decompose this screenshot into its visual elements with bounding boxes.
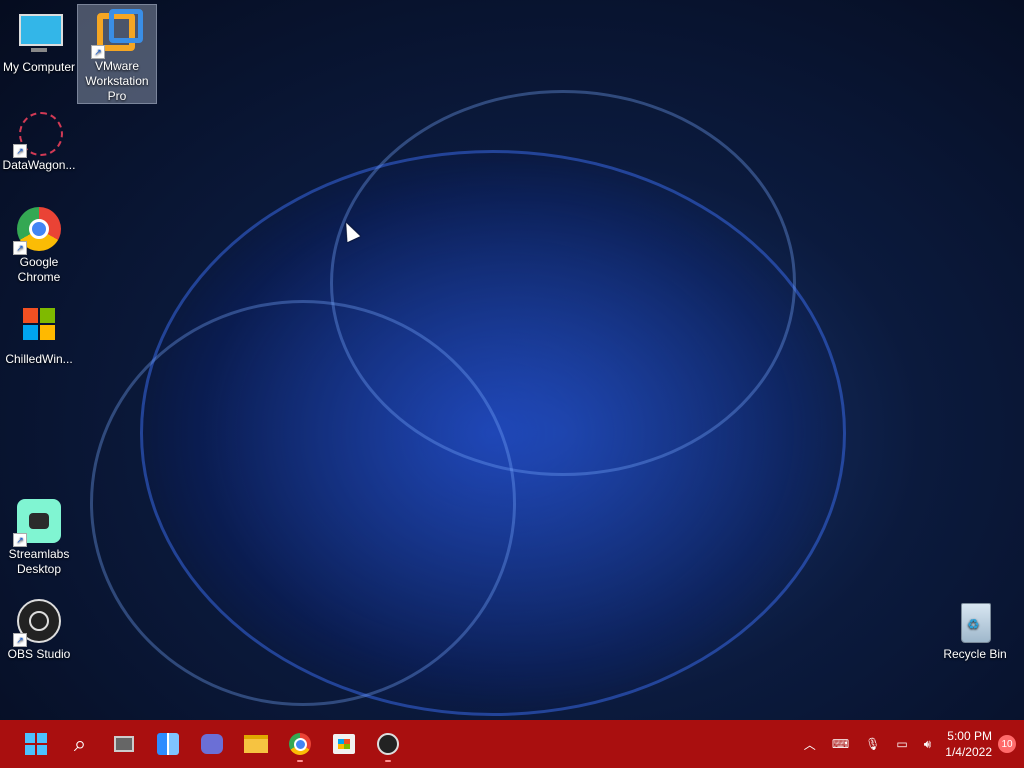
obs-icon: ↗ bbox=[13, 597, 63, 647]
search-icon: ⌕ bbox=[73, 731, 87, 756]
recycle-bin-icon: ♻ bbox=[951, 597, 999, 645]
start-icon bbox=[25, 733, 47, 755]
task-view-icon bbox=[114, 736, 134, 752]
desktop-icon-label: Google Chrome bbox=[17, 255, 61, 284]
clock-time: 5:00 PM bbox=[947, 729, 992, 743]
chrome-icon bbox=[289, 733, 311, 755]
desktop-icon-label: OBS Studio bbox=[7, 647, 71, 661]
desktop[interactable]: My Computer ↗ VMware Workstation Pro ↗ D… bbox=[0, 0, 1024, 720]
desktop-icon-google-chrome[interactable]: ↗ Google Chrome bbox=[0, 201, 78, 285]
desktop-icon-datawagon[interactable]: ↗ DataWagon... bbox=[0, 104, 78, 173]
vmware-icon: ↗ bbox=[91, 9, 143, 59]
obs-icon bbox=[377, 733, 399, 755]
clock-date: 1/4/2022 bbox=[945, 745, 992, 759]
desktop-icon-obs-studio[interactable]: ↗ OBS Studio bbox=[0, 593, 78, 662]
teams-chat-button[interactable] bbox=[194, 726, 230, 762]
taskbar: ⌕ ︿ ⌨ 🎙︎ ▭ 🔊︎ 5:00 PM 1/4/2022 10 bbox=[0, 720, 1024, 768]
desktop-icon-label: Recycle Bin bbox=[943, 647, 1007, 661]
shortcut-arrow-icon: ↗ bbox=[91, 45, 105, 59]
widgets-icon bbox=[157, 733, 179, 755]
store-button[interactable] bbox=[326, 726, 362, 762]
volume-icon[interactable]: 🔊︎ bbox=[924, 737, 932, 752]
teams-chat-icon bbox=[201, 734, 223, 754]
desktop-icon-vmware[interactable]: ↗ VMware Workstation Pro bbox=[77, 4, 157, 104]
task-view-button[interactable] bbox=[106, 726, 142, 762]
keyboard-icon[interactable]: ⌨ bbox=[832, 737, 849, 751]
desktop-icon-recycle-bin[interactable]: ♻ Recycle Bin bbox=[936, 593, 1014, 662]
desktop-icon-my-computer[interactable]: My Computer bbox=[0, 6, 78, 75]
system-tray: ︿ ⌨ 🎙︎ ▭ 🔊︎ 5:00 PM 1/4/2022 10 bbox=[796, 720, 1016, 768]
store-icon bbox=[333, 734, 355, 754]
datawagon-icon: ↗ bbox=[13, 108, 63, 158]
shortcut-arrow-icon: ↗ bbox=[13, 241, 27, 255]
network-icon[interactable]: ▭ bbox=[896, 737, 907, 751]
start-button[interactable] bbox=[18, 726, 54, 762]
desktop-icon-label: VMware Workstation Pro bbox=[85, 59, 149, 103]
chrome-taskbar-button[interactable] bbox=[282, 726, 318, 762]
microphone-icon[interactable]: 🎙︎ bbox=[865, 737, 880, 751]
shortcut-arrow-icon: ↗ bbox=[13, 633, 27, 647]
desktop-icon-streamlabs[interactable]: ↗ Streamlabs Desktop bbox=[0, 493, 78, 577]
desktop-icon-label: DataWagon... bbox=[2, 158, 76, 172]
desktop-icon-label: Streamlabs Desktop bbox=[8, 547, 70, 576]
chevron-up-icon[interactable]: ︿ bbox=[804, 736, 816, 753]
monitor-icon bbox=[15, 10, 63, 58]
shortcut-arrow-icon: ↗ bbox=[13, 533, 27, 547]
clock[interactable]: 5:00 PM 1/4/2022 bbox=[945, 728, 992, 760]
widgets-button[interactable] bbox=[150, 726, 186, 762]
notification-badge[interactable]: 10 bbox=[998, 735, 1016, 753]
streamlabs-icon: ↗ bbox=[13, 497, 63, 547]
search-button[interactable]: ⌕ bbox=[62, 726, 98, 762]
desktop-icon-label: My Computer bbox=[2, 60, 76, 74]
desktop-icon-chilledwin[interactable]: ChilledWin... bbox=[0, 298, 78, 367]
chrome-icon: ↗ bbox=[13, 205, 63, 255]
file-explorer-button[interactable] bbox=[238, 726, 274, 762]
file-explorer-icon bbox=[244, 735, 268, 753]
windows-flag-icon bbox=[15, 302, 63, 350]
obs-taskbar-button[interactable] bbox=[370, 726, 406, 762]
desktop-icon-label: ChilledWin... bbox=[5, 352, 73, 366]
shortcut-arrow-icon: ↗ bbox=[13, 144, 27, 158]
